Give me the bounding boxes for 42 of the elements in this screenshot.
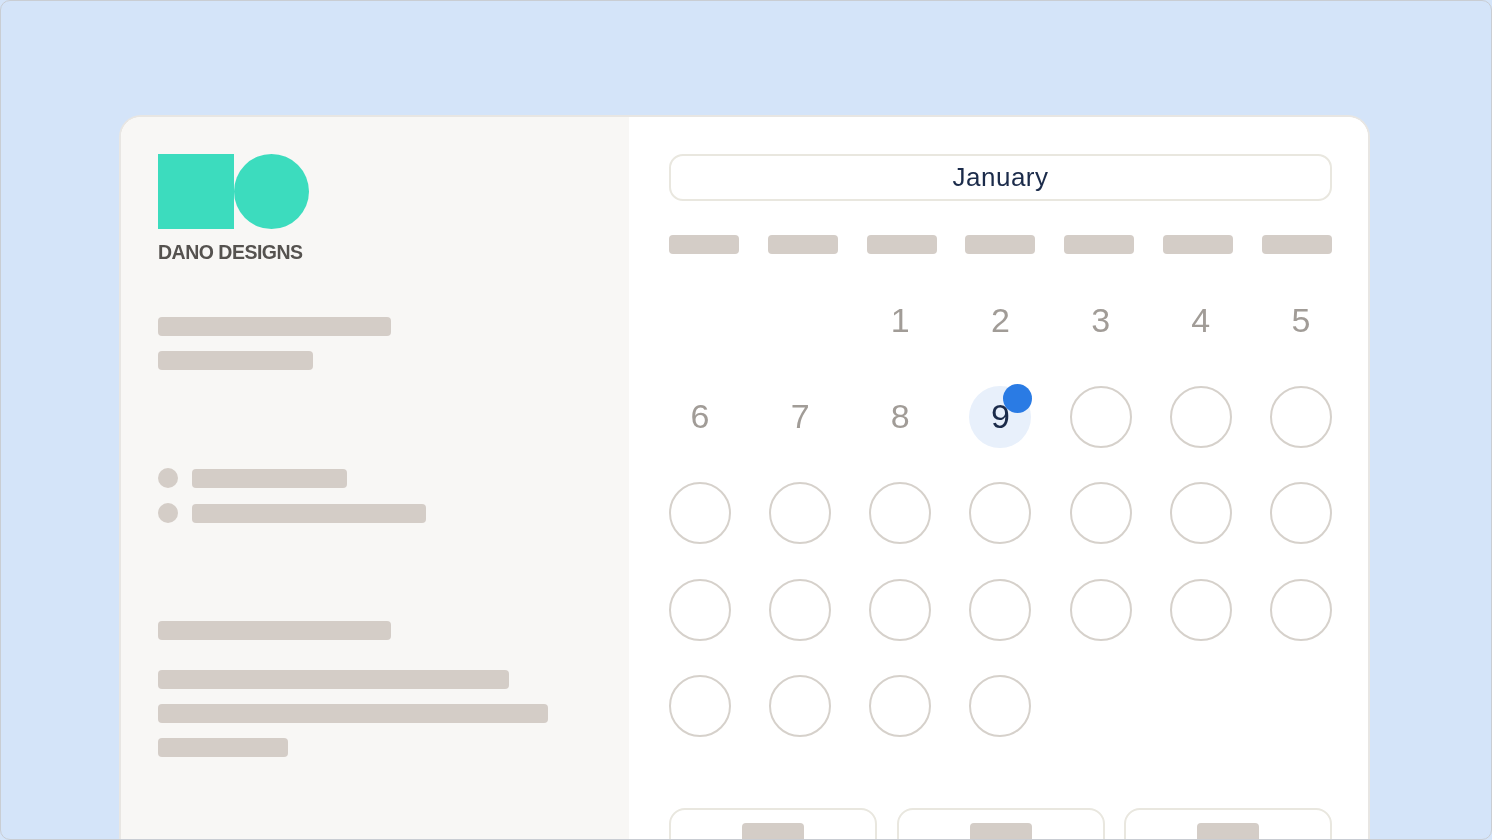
- logo-icon: [158, 154, 309, 229]
- day-slot[interactable]: [869, 578, 932, 641]
- placeholder-bar: [1064, 235, 1135, 254]
- day-slot[interactable]: [1069, 385, 1132, 448]
- day-slot[interactable]: [669, 482, 731, 544]
- day-slot[interactable]: [669, 675, 731, 737]
- day-slot[interactable]: [769, 578, 832, 641]
- day-number[interactable]: 9: [969, 385, 1032, 448]
- placeholder-bar: [965, 235, 1036, 254]
- day-number[interactable]: 7: [769, 385, 832, 448]
- day-number[interactable]: 1: [869, 289, 932, 351]
- day-slot[interactable]: [1269, 385, 1332, 448]
- bullet-icon: [158, 503, 178, 523]
- day-number[interactable]: 8: [869, 385, 932, 448]
- day-slot[interactable]: [1269, 482, 1332, 544]
- day-slot[interactable]: [669, 578, 731, 641]
- month-field[interactable]: January: [669, 154, 1332, 201]
- day-number[interactable]: 3: [1069, 289, 1132, 351]
- day-number[interactable]: 5: [1269, 289, 1332, 351]
- day-slot[interactable]: [969, 482, 1032, 544]
- day-number[interactable]: 4: [1169, 289, 1232, 351]
- day-slot[interactable]: [1069, 578, 1132, 641]
- day-slot[interactable]: [1169, 482, 1232, 544]
- brand-name: DANO DESIGNS: [158, 241, 303, 264]
- day-slot[interactable]: [969, 675, 1032, 737]
- placeholder-bar: [1261, 235, 1332, 254]
- bullet-icon: [158, 468, 178, 488]
- day-slot[interactable]: [1169, 578, 1232, 641]
- day-slot[interactable]: [869, 675, 932, 737]
- day-slot[interactable]: [1069, 482, 1132, 544]
- placeholder-bar: [767, 235, 838, 254]
- day-slot[interactable]: [869, 482, 932, 544]
- day-slot[interactable]: [769, 482, 832, 544]
- day-slot[interactable]: [1269, 578, 1332, 641]
- day-slot[interactable]: [769, 675, 832, 737]
- day-number[interactable]: 2: [969, 289, 1032, 351]
- placeholder-bar: [669, 235, 739, 254]
- day-number[interactable]: 6: [669, 385, 731, 448]
- day-slot[interactable]: [969, 578, 1032, 641]
- day-slot[interactable]: [1169, 385, 1232, 448]
- placeholder-bar: [1163, 235, 1234, 254]
- placeholder-bar: [866, 235, 937, 254]
